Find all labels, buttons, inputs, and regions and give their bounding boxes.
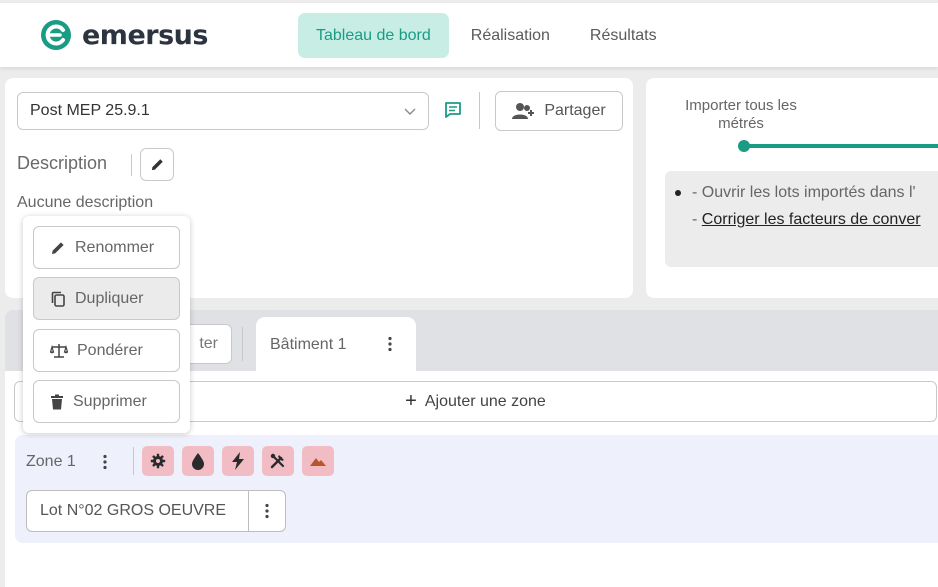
chevron-down-icon <box>404 108 416 115</box>
brand-logo[interactable]: emersus <box>40 19 208 51</box>
menu-item-label: Pondérer <box>77 341 143 359</box>
lot-button[interactable]: Lot N°02 GROS OEUVRE <box>26 490 286 532</box>
import-progress-handle[interactable] <box>738 140 750 152</box>
pencil-icon <box>52 241 64 254</box>
water-drop-icon <box>192 453 204 470</box>
menu-item-label: Supprimer <box>73 392 147 410</box>
share-button-label: Partager <box>544 102 606 119</box>
import-label: Importer tous les métrés <box>685 97 797 132</box>
menu-item-delete[interactable]: Supprimer <box>33 380 180 423</box>
tab-divider <box>242 327 243 361</box>
tab-batiment-1[interactable]: Bâtiment 1 <box>256 317 416 373</box>
add-building-label-fragment: ter <box>199 335 218 352</box>
main-nav: Tableau de bord Réalisation Résultats <box>298 13 675 58</box>
terrain-icon <box>310 458 326 466</box>
building-context-menu: Renommer Dupliquer Pondérer Supprimer <box>23 216 190 433</box>
tag-tools[interactable] <box>262 446 294 476</box>
copy-icon <box>51 291 65 307</box>
pencil-icon <box>151 159 163 171</box>
tag-gear[interactable] <box>142 446 174 476</box>
lot-label: Lot N°02 GROS OEUVRE <box>27 491 249 531</box>
toolbar-divider <box>479 92 480 129</box>
brand-name: emersus <box>82 19 208 51</box>
plus-icon: + <box>405 390 417 412</box>
menu-item-duplicate[interactable]: Dupliquer <box>33 277 180 320</box>
import-info-box: - Ouvrir les lots importés dans l' - Cor… <box>665 171 938 267</box>
info-line-fix-factors: - Corriger les facteurs de conver <box>692 211 921 229</box>
tag-terrain[interactable] <box>302 446 334 476</box>
import-card: Importer tous les métrés - Ouvrir les lo… <box>646 78 938 298</box>
tab-resultats[interactable]: Résultats <box>572 13 675 58</box>
trash-icon <box>51 394 63 409</box>
zone-panel: Zone 1 Lot N°02 GROS OEUVRE <box>15 435 938 543</box>
add-user-icon <box>512 103 535 119</box>
menu-item-weight[interactable]: Pondérer <box>33 329 180 372</box>
edit-description-button[interactable] <box>140 148 174 181</box>
share-button[interactable]: Partager <box>495 91 623 131</box>
menu-item-label: Renommer <box>75 238 155 256</box>
tools-icon <box>270 453 285 469</box>
menu-item-rename[interactable]: Renommer <box>33 226 180 269</box>
zone-tag-list <box>142 446 342 476</box>
gear-icon <box>150 453 166 469</box>
menu-item-label: Dupliquer <box>75 289 144 307</box>
bullet-dot <box>675 190 681 196</box>
comment-icon[interactable] <box>444 101 462 119</box>
tab-tableau-de-bord[interactable]: Tableau de bord <box>298 13 449 58</box>
description-label: Description <box>17 153 108 173</box>
version-select[interactable]: Post MEP 25.9.1 <box>17 92 429 130</box>
tag-electricity[interactable] <box>222 446 254 476</box>
emersus-logo-icon <box>41 20 71 50</box>
zone-label: Zone 1 <box>26 453 76 470</box>
fix-conversion-factors-link[interactable]: Corriger les facteurs de conver <box>702 211 921 228</box>
info-line-open-lots: - Ouvrir les lots importés dans l' <box>692 184 916 201</box>
lightning-icon <box>232 452 244 470</box>
version-select-value: Post MEP 25.9.1 <box>30 102 150 119</box>
zone-divider <box>133 447 134 475</box>
top-navbar: emersus Tableau de bord Réalisation Résu… <box>0 3 938 67</box>
tag-water[interactable] <box>182 446 214 476</box>
building-tab-label: Bâtiment 1 <box>270 336 347 353</box>
building-menu-icon[interactable] <box>388 336 392 352</box>
tab-realisation[interactable]: Réalisation <box>453 13 568 58</box>
description-divider <box>131 154 132 176</box>
info-line-prefix: - <box>692 211 702 228</box>
zone-menu-icon[interactable] <box>103 454 107 470</box>
add-zone-label: Ajouter une zone <box>424 392 546 410</box>
description-value: Aucune description <box>17 194 154 211</box>
import-progress-track <box>743 144 938 148</box>
scale-icon <box>50 343 68 358</box>
kebab-menu-icon <box>265 503 269 519</box>
lot-menu-button[interactable] <box>249 491 285 531</box>
